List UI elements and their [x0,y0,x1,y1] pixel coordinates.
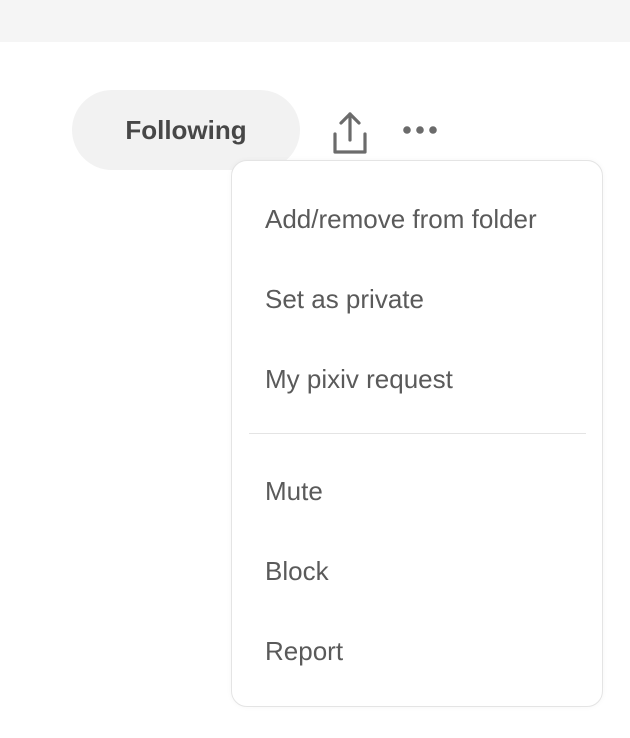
more-options-menu: Add/remove from folder Set as private My… [231,160,603,707]
menu-item-add-remove-folder[interactable]: Add/remove from folder [232,179,602,259]
more-options-button[interactable] [398,112,442,148]
menu-item-pixiv-request[interactable]: My pixiv request [232,339,602,419]
menu-item-set-private[interactable]: Set as private [232,259,602,339]
menu-item-mute[interactable]: Mute [232,451,602,531]
menu-divider [249,433,586,434]
menu-item-report[interactable]: Report [232,611,602,691]
menu-item-block[interactable]: Block [232,531,602,611]
following-button[interactable]: Following [72,90,300,170]
more-options-icon [403,126,437,134]
share-button[interactable] [328,108,372,158]
share-icon [333,112,367,154]
top-band [0,0,630,42]
profile-actions-page: Following Add/remove from folder Set as … [0,0,630,738]
